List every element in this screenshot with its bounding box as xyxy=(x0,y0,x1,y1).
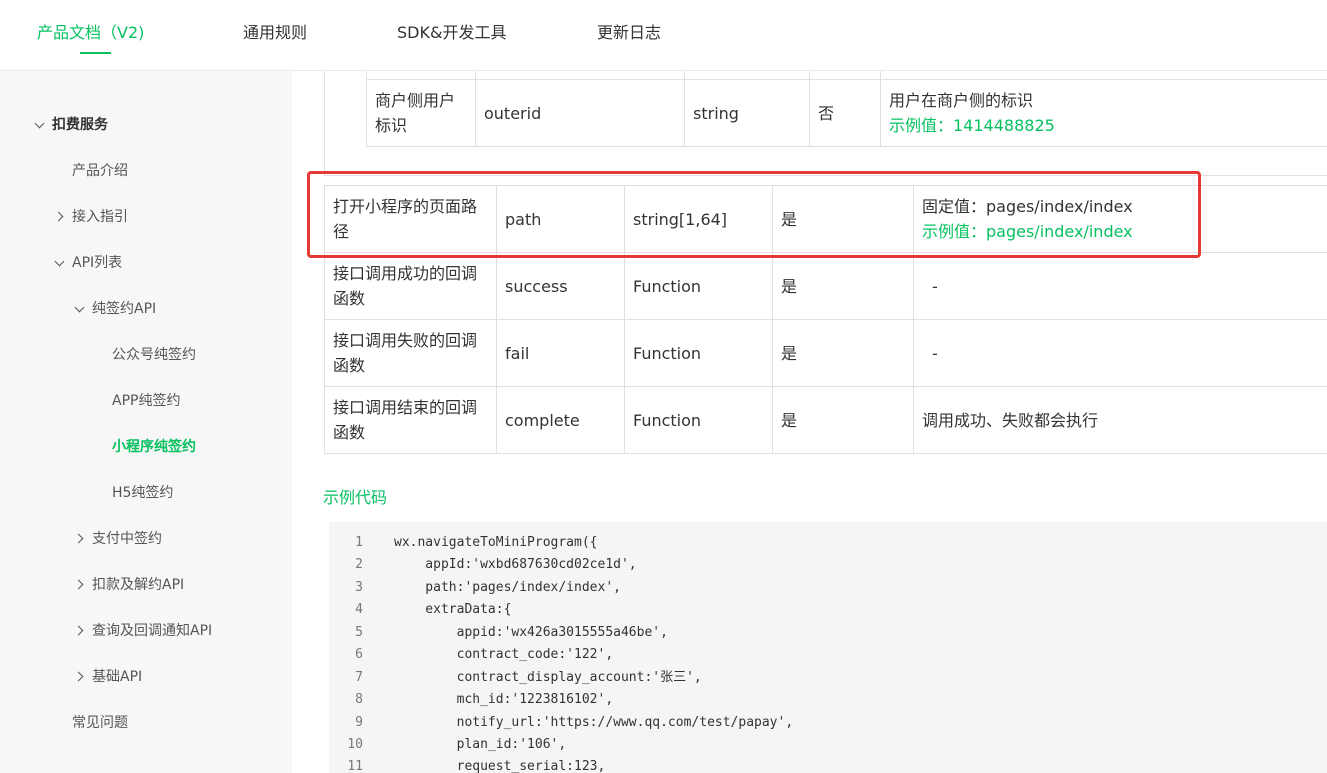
sidebar-item-guide[interactable]: 接入指引 xyxy=(72,207,128,227)
param-field: fail xyxy=(496,319,625,387)
param-type: Function xyxy=(624,252,773,320)
table-row: 接口调用结束的回调函数 complete Function 是 调用成功、失败都… xyxy=(324,386,1327,454)
param-field: complete xyxy=(496,386,625,454)
main-content: 商户侧用户标识 outerid string 否 用户在商户侧的标识 示例值：14… xyxy=(292,71,1327,773)
sidebar-item-intro[interactable]: 产品介绍 xyxy=(72,161,128,181)
sidebar-item-faq[interactable]: 常见问题 xyxy=(72,713,128,733)
param-desc: - xyxy=(913,252,1327,320)
sidebar-item-deduct-terminate-api[interactable]: 扣款及解约API xyxy=(92,575,184,595)
param-name: 商户侧用户标识 xyxy=(366,79,476,147)
param-name: 打开小程序的页面路径 xyxy=(324,185,497,253)
chevron-down-icon[interactable] xyxy=(34,118,45,129)
param-name: 接口调用结束的回调函数 xyxy=(324,386,497,454)
tab-product-docs[interactable]: 产品文档（V2) xyxy=(37,22,144,44)
param-type: string xyxy=(684,79,810,147)
sidebar-item-sign-in-payment[interactable]: 支付中签约 xyxy=(92,529,162,549)
param-name: 接口调用成功的回调函数 xyxy=(324,252,497,320)
sidebar: 扣费服务 产品介绍 接入指引 API列表 纯签约API 公众号纯签约 APP纯签… xyxy=(0,71,292,773)
sidebar-item-pure-sign-api[interactable]: 纯签约API xyxy=(92,299,156,319)
table-row: 商户侧用户标识 outerid string 否 用户在商户侧的标识 示例值：14… xyxy=(366,79,1327,147)
chevron-down-icon[interactable] xyxy=(54,256,65,267)
chevron-right-icon[interactable] xyxy=(73,533,84,544)
param-type: Function xyxy=(624,319,773,387)
param-name: 接口调用失败的回调函数 xyxy=(324,319,497,387)
nested-params-table: 商户侧用户标识 outerid string 否 用户在商户侧的标识 示例值：14… xyxy=(366,71,1327,147)
param-required: 是 xyxy=(772,185,914,253)
top-navigation: 产品文档（V2) 通用规则 SDK&开发工具 更新日志 xyxy=(0,0,1327,71)
sidebar-item-app-sign[interactable]: APP纯签约 xyxy=(112,391,180,411)
param-required: 是 xyxy=(772,252,914,320)
param-desc: - xyxy=(913,319,1327,387)
params-table: 打开小程序的页面路径 path string[1,64] 是 固定值：pages… xyxy=(324,185,1327,454)
param-field: path xyxy=(496,185,625,253)
param-type: Function xyxy=(624,386,773,454)
table-row xyxy=(366,71,1327,80)
active-tab-underline xyxy=(80,52,111,54)
param-type: string[1,64] xyxy=(624,185,773,253)
param-field: success xyxy=(496,252,625,320)
param-example: 示例值：1414488825 xyxy=(889,116,1055,135)
sidebar-section-deduction[interactable]: 扣费服务 xyxy=(52,115,108,135)
code-block[interactable]: 1 wx.navigateToMiniProgram({ 2 appId:'wxb… xyxy=(329,522,1327,773)
example-code-title: 示例代码 xyxy=(323,488,388,507)
sidebar-item-h5-sign[interactable]: H5纯签约 xyxy=(112,483,173,503)
sidebar-item-official-account-sign[interactable]: 公众号纯签约 xyxy=(112,345,196,365)
table-row: 打开小程序的页面路径 path string[1,64] 是 固定值：pages… xyxy=(324,185,1327,253)
chevron-right-icon[interactable] xyxy=(73,625,84,636)
sidebar-item-basic-api[interactable]: 基础API xyxy=(92,667,142,687)
tab-sdk-tools[interactable]: SDK&开发工具 xyxy=(397,22,506,44)
param-required: 否 xyxy=(809,79,881,147)
sidebar-item-miniprogram-sign[interactable]: 小程序纯签约 xyxy=(112,437,196,457)
sidebar-item-api-list[interactable]: API列表 xyxy=(72,253,122,273)
chevron-down-icon[interactable] xyxy=(74,302,85,313)
tab-general-rules[interactable]: 通用规则 xyxy=(243,22,307,44)
table-row: 接口调用成功的回调函数 success Function 是 - xyxy=(324,252,1327,320)
chevron-right-icon[interactable] xyxy=(73,579,84,590)
param-desc: 固定值：pages/index/index 示例值：pages/index/ind… xyxy=(913,185,1327,253)
param-desc: 用户在商户侧的标识 示例值：1414488825 xyxy=(880,79,1327,147)
chevron-right-icon[interactable] xyxy=(53,211,64,222)
param-desc: 调用成功、失败都会执行 xyxy=(913,386,1327,454)
table-row: 接口调用失败的回调函数 fail Function 是 - xyxy=(324,319,1327,387)
sidebar-item-query-callback-api[interactable]: 查询及回调通知API xyxy=(92,621,212,641)
param-required: 是 xyxy=(772,386,914,454)
chevron-right-icon[interactable] xyxy=(73,671,84,682)
param-field: outerid xyxy=(475,79,685,147)
param-example: 示例值：pages/index/index xyxy=(922,222,1133,241)
tab-changelog[interactable]: 更新日志 xyxy=(597,22,661,44)
param-required: 是 xyxy=(772,319,914,387)
